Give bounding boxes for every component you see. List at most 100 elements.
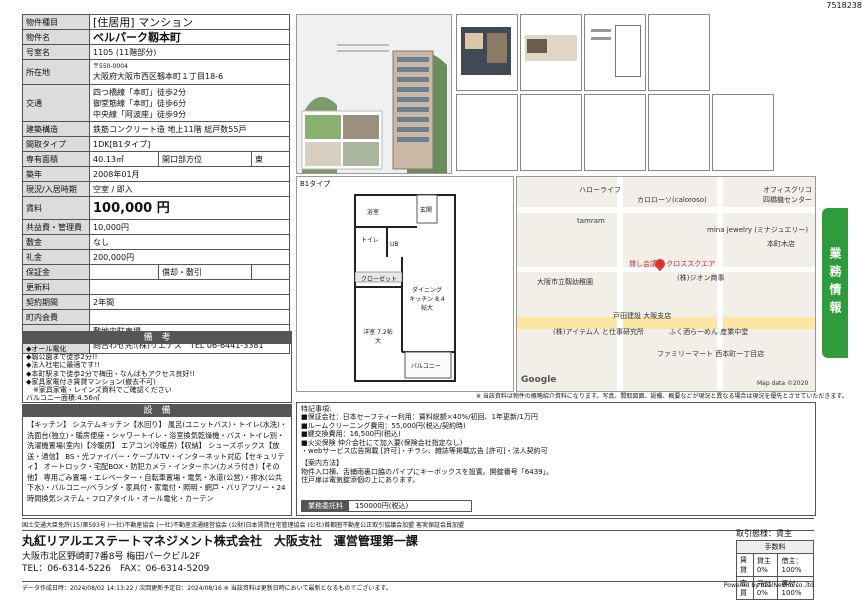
- traffic-line: 中央線「阿波座」徒歩9分: [93, 109, 187, 119]
- map-label: tamram: [577, 217, 605, 225]
- update-dates: データ作成日時：2024/08/02 14:13:22 / 次回更新予定日：20…: [22, 581, 814, 592]
- map-label: 大阪市立靱幼稚園: [537, 278, 593, 286]
- structure-value: 鉄筋コンクリート造 地上11階 総戸数55戸: [89, 121, 290, 137]
- fee-label: 共益費・管理費: [22, 219, 90, 235]
- direction-value: 東: [255, 154, 263, 164]
- map-label: 貸し会議室 クロススクエア: [629, 260, 716, 268]
- map-label: 戸田建設 大阪支店: [613, 312, 672, 320]
- name-label: 物件名: [22, 29, 90, 45]
- notes-box: 特記事項: ■保証会社：日本セーフティー利用：賃料総額×40%/初回、1年更新/…: [296, 402, 816, 516]
- disclaimer: ※ 当該資料は物件の概略紹介資料になります。写真、間取図面、設備、概要などが現況…: [476, 393, 848, 400]
- area-value: 40.13㎡: [90, 152, 159, 166]
- map-label: 本町木店: [767, 240, 795, 248]
- layout-label: 間取タイプ: [22, 136, 90, 152]
- fee-cell: 借主：100%: [777, 553, 814, 577]
- association-line: 国土交通大臣免許(15)第593号 (一社)不動産協会 (一社)不動産流通経営協…: [22, 518, 814, 531]
- special-line: ■保証会社：日本セーフティー利用：賃料総額×40%/初回、1年更新/1万円: [301, 413, 538, 422]
- photo-thumbnail[interactable]: [584, 94, 646, 171]
- map-label: ふく洒ら一めん 産業中堂: [669, 328, 749, 336]
- transaction-mode: 取引態様：賃主: [736, 529, 792, 538]
- address-value: 大阪府大阪市西区靱本町１丁目18-6: [93, 72, 224, 81]
- remarks-title: 備 考: [23, 332, 291, 344]
- special-line: ■火災保険 仲介会社にて加入要(保険会社指定なし): [301, 438, 463, 447]
- remark-line: ◆オール電化: [26, 345, 67, 353]
- company-tel: TEL：06-6314-5226 FAX：06-6314-5209: [22, 564, 210, 574]
- map-label: (株)アイテム人 と仕事研究所: [553, 328, 644, 336]
- type-label: 物件種目: [22, 14, 90, 30]
- toilet-label: トイレ: [361, 237, 380, 244]
- equipment-text: 【キッチン】 システムキッチン【水回り】 風呂(ユニットバス)・トイレ(水洗)・…: [27, 420, 287, 503]
- remark-line: ◆法人社宅に最適です!!: [26, 361, 100, 370]
- status-value: 空室 / 即入: [89, 181, 290, 197]
- photo-thumbnail[interactable]: [712, 94, 774, 171]
- address-label: 所在地: [22, 59, 90, 85]
- room-value: 1105 (11階部分): [89, 44, 290, 60]
- traffic-line: 御堂筋線「本町」徒歩6分: [93, 98, 187, 108]
- keymoney-value: 200,000円: [89, 249, 290, 265]
- document-id: 7518238: [826, 1, 862, 10]
- deposit-value: なし: [89, 234, 290, 250]
- contract-value: 2年間: [89, 294, 290, 310]
- fee-cell: 貸主 0%: [752, 553, 779, 577]
- closet-label: クローゼット: [361, 276, 398, 283]
- map-label: ハローライフ: [579, 186, 621, 194]
- powered-by: Powered by RealNetPro co.,ltd: [723, 582, 814, 589]
- guarantee-label: 保証金: [22, 264, 90, 280]
- dining-label: ダイニング キッチン 8.4帖大: [409, 287, 445, 312]
- fee-value: 10,000円: [89, 219, 290, 235]
- entrance-label: 玄関: [420, 207, 433, 214]
- business-info-tab[interactable]: 業務情報: [822, 208, 848, 358]
- location-map[interactable]: ハローライフ カロローソ(caloroso) オフィスグリコ 四橋機センター t…: [516, 176, 816, 392]
- photo-thumbnail[interactable]: [520, 94, 582, 171]
- area-label: 専有面積: [22, 151, 90, 167]
- guide-line: 物件入口横、舌鋪雨裏口脇のパイプにキーボックスを設置。開錠番号「6439」。: [301, 467, 554, 476]
- guarantee-mid: 償却・敷引: [158, 265, 252, 279]
- company-name: 丸紅リアルエステートマネジメント株式会社 大阪支社 運営管理第一課: [22, 534, 418, 548]
- direction-label: 開口部方位: [158, 152, 252, 166]
- contract-label: 契約期間: [22, 294, 90, 310]
- renewal-label: 更新料: [22, 279, 90, 295]
- remarks-box: 備 考 ◆オール電化 ◆靱公園まで徒歩2分!! ◆法人社宅に最適です!! ◆本町…: [22, 331, 292, 403]
- property-spec-table: 物件種目 [住居用] マンション 物件名 ベルパーク靱本町 号室名 1105 (11階…: [22, 14, 290, 354]
- ad-fee-label: 業務委託料: [302, 501, 349, 511]
- special-line: ■鍵交換費用：16,500円(税込): [301, 430, 401, 439]
- map-attribution: Map data ©2020: [757, 380, 809, 387]
- guide-title: 【案内方法】: [301, 459, 343, 468]
- bath-label: 浴室: [367, 209, 380, 216]
- photo-thumbnail[interactable]: [520, 14, 582, 91]
- photo-thumbnail[interactable]: [584, 14, 646, 91]
- room-label: 号室名: [22, 44, 90, 60]
- deposit-label: 敷金: [22, 234, 90, 250]
- layout-value: 1DK[B1タイプ]: [89, 136, 290, 152]
- fee-title: 手数料: [736, 540, 814, 554]
- western-label: 洋室 7.2帖大: [363, 329, 393, 345]
- name-value: ベルパーク靱本町: [89, 29, 290, 45]
- type-value: [住居用] マンション: [89, 14, 290, 30]
- photo-thumbnail[interactable]: [648, 14, 710, 91]
- map-label: 四橋機センター: [763, 196, 812, 204]
- remark-line: ※家具家電・レインズ資料でご確認ください: [26, 386, 172, 395]
- photo-thumbnail[interactable]: [648, 94, 710, 171]
- photo-thumbnail[interactable]: [456, 14, 518, 91]
- town-label: 町内会費: [22, 309, 90, 325]
- special-line: ・webサービス広告掲載 [許可]・チラシ、雑誌等掲載広告 [許可]・法人契約可: [301, 447, 548, 456]
- washroom-label: UB: [390, 241, 399, 248]
- equipment-title: 設 備: [23, 405, 291, 417]
- map-label: ファミリーマート 西本町一丁目店: [657, 350, 765, 358]
- map-label: カロローソ(caloroso): [637, 196, 707, 204]
- building-photo: [296, 14, 452, 174]
- floor-plan: B1タイプ 浴室 トイレ UB クローゼット 玄関 ダイニング キッチン 8.4…: [296, 176, 514, 392]
- fee-cell: 賃貸: [736, 553, 754, 577]
- ad-fee-value: 150000円(税込): [355, 502, 409, 510]
- structure-label: 建築構造: [22, 121, 90, 137]
- special-line: ■ルームクリーニング費用：55,000円(税込/契約時): [301, 421, 466, 430]
- rent-label: 賃料: [22, 196, 90, 220]
- footer: 国土交通大臣免許(15)第593号 (一社)不動産協会 (一社)不動産流通経営協…: [22, 518, 814, 600]
- map-label: mina jewelry (ミナジュエリー): [707, 226, 809, 234]
- built-label: 築年: [22, 166, 90, 182]
- map-label: オフィスグリコ: [763, 186, 812, 194]
- photo-thumbnail[interactable]: [456, 94, 518, 171]
- map-label: (株)ジオン商事: [677, 274, 725, 282]
- traffic-line: 四つ橋線「本町」徒歩2分: [93, 87, 187, 97]
- status-label: 現況/入居時期: [22, 181, 90, 197]
